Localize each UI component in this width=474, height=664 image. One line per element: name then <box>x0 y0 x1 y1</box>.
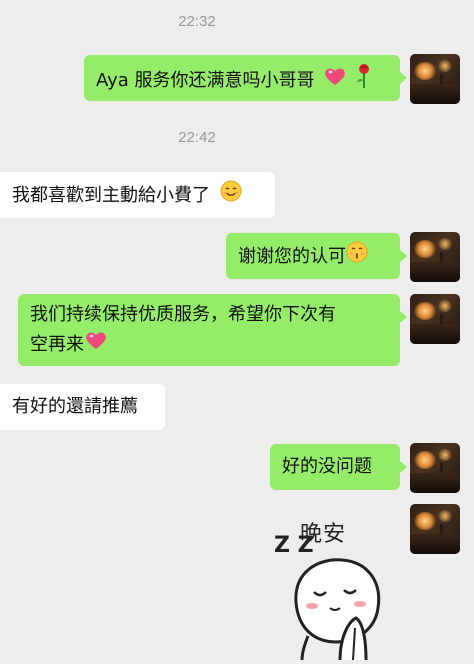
message-bubble-outgoing[interactable]: 谢谢您的认可 <box>226 233 407 279</box>
message-text: 我都喜歡到主動給小費了 <box>12 185 210 206</box>
heart-icon <box>324 66 346 96</box>
message-text-line: 我们持续保持优质服务，希望你下次有 <box>30 304 336 325</box>
message-bubble-outgoing[interactable]: 好的没问题 <box>270 444 407 490</box>
rose-icon <box>356 63 372 99</box>
message-text: 有好的還請推薦 <box>12 396 138 417</box>
message-bubble-outgoing[interactable]: 我们持续保持优质服务，希望你下次有 空再来 <box>18 294 407 366</box>
message-text: Aya 服务你还满意吗小哥哥 <box>96 70 315 91</box>
heart-icon <box>85 330 107 360</box>
user-avatar[interactable] <box>410 54 460 104</box>
message-bubble-outgoing[interactable]: Aya 服务你还满意吗小哥哥 <box>84 55 407 101</box>
timestamp: 22:42 <box>178 129 216 146</box>
timestamp: 22:32 <box>178 13 216 30</box>
user-avatar[interactable] <box>410 294 460 344</box>
message-bubble-incoming[interactable]: 我都喜歡到主動給小費了 <box>0 172 275 218</box>
message-text: 好的没问题 <box>282 456 372 477</box>
smile-icon <box>220 180 242 212</box>
message-bubble-incoming[interactable]: 有好的還請推薦 <box>0 384 165 430</box>
user-avatar[interactable] <box>410 504 460 554</box>
user-avatar[interactable] <box>410 232 460 282</box>
message-text-line: 空再来 <box>30 334 84 355</box>
kiss-icon <box>346 241 368 273</box>
user-avatar[interactable] <box>410 443 460 493</box>
sticker-caption: 晚安 <box>300 522 347 547</box>
message-text: 谢谢您的认可 <box>238 246 346 267</box>
